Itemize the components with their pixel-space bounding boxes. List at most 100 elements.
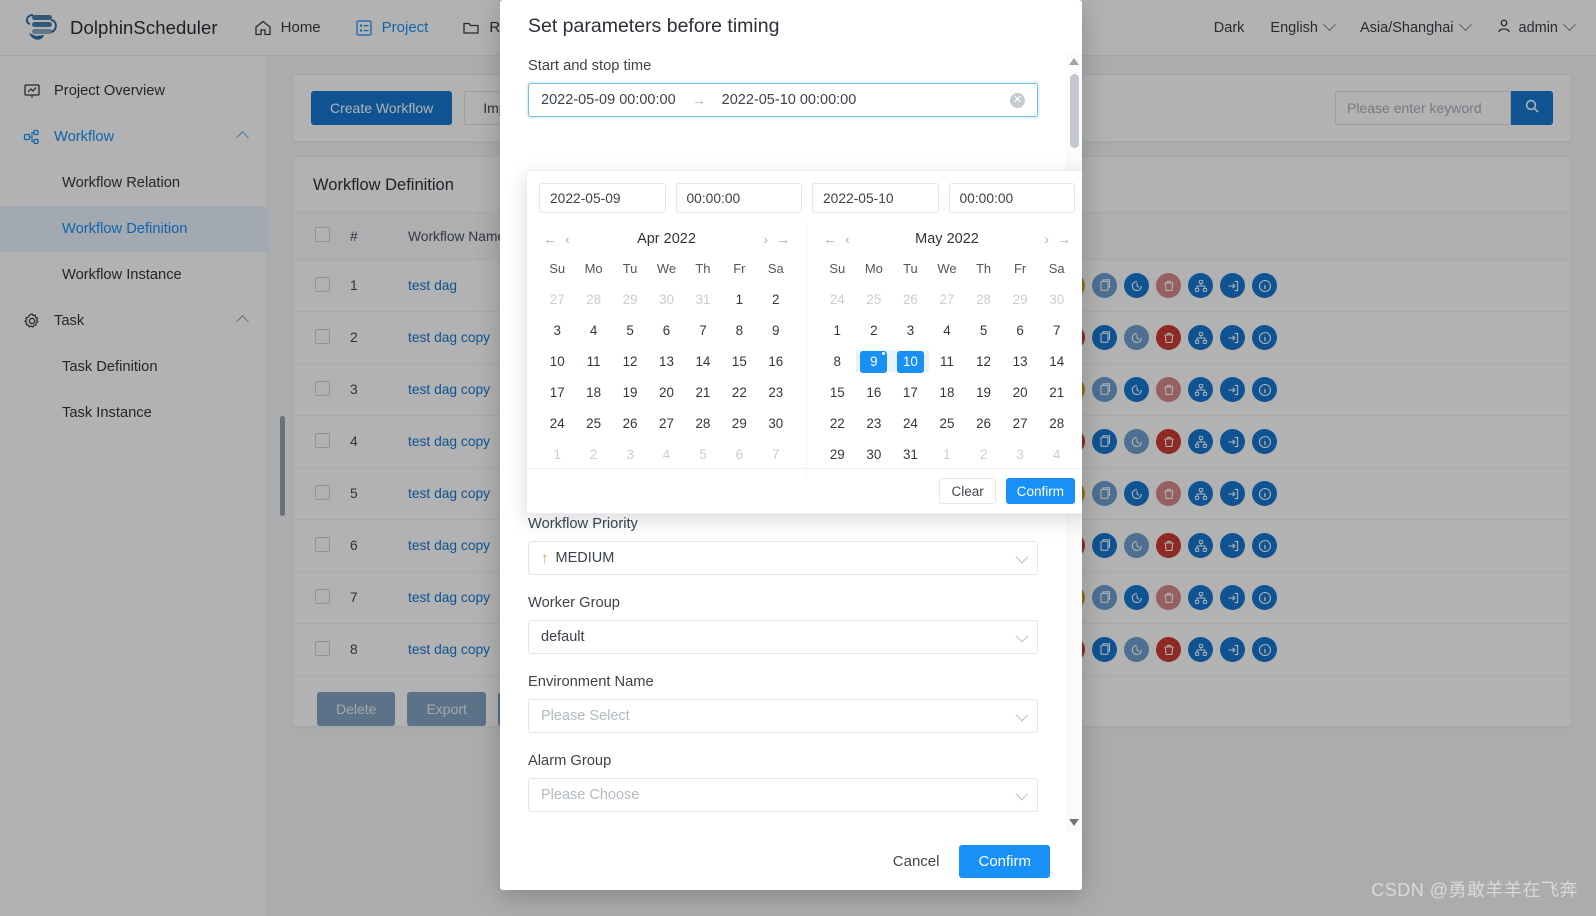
calendar-day[interactable]: 20 <box>653 382 680 404</box>
calendar-day[interactable]: 18 <box>580 382 607 404</box>
calendar-cell[interactable]: 25 <box>856 284 893 315</box>
calendar-cell[interactable]: 22 <box>819 408 856 439</box>
calendar-cell[interactable]: 29 <box>612 284 648 315</box>
double-left-icon[interactable]: ← <box>819 231 841 247</box>
calendar-cell[interactable]: 2 <box>758 284 794 315</box>
calendar-day[interactable]: 3 <box>1007 444 1034 466</box>
calendar-cell[interactable]: 26 <box>892 284 929 315</box>
calendar-cell[interactable]: 1 <box>539 439 575 470</box>
datepicker-start-date-input[interactable]: 2022-05-09 <box>539 183 666 213</box>
calendar-day[interactable]: 5 <box>970 320 997 342</box>
calendar-cell[interactable]: 1 <box>929 439 966 470</box>
dialog-scrollbar-thumb[interactable] <box>1070 74 1079 148</box>
calendar-day[interactable]: 2 <box>580 444 607 466</box>
calendar-cell[interactable]: 29 <box>721 408 757 439</box>
double-right-icon[interactable]: → <box>1053 231 1075 247</box>
datepicker-clear-button[interactable]: Clear <box>939 478 996 504</box>
calendar-day[interactable]: 31 <box>689 289 716 311</box>
calendar-cell[interactable]: 16 <box>758 346 794 377</box>
calendar-cell[interactable]: 11 <box>575 346 611 377</box>
calendar-cell[interactable]: 8 <box>721 315 757 346</box>
calendar-cell[interactable]: 30 <box>1038 284 1075 315</box>
calendar-day[interactable]: 5 <box>617 320 644 342</box>
datepicker-end-time-input[interactable]: 00:00:00 <box>948 183 1075 213</box>
calendar-cell[interactable]: 1 <box>819 315 856 346</box>
calendar-day[interactable]: 25 <box>933 413 960 435</box>
calendar-day[interactable]: 14 <box>689 351 716 373</box>
calendar-cell[interactable]: 17 <box>892 377 929 408</box>
calendar-day[interactable]: 7 <box>689 320 716 342</box>
calendar-cell[interactable]: 24 <box>539 408 575 439</box>
calendar-cell[interactable]: 15 <box>819 377 856 408</box>
calendar-day[interactable]: 6 <box>653 320 680 342</box>
calendar-cell[interactable]: 26 <box>612 408 648 439</box>
calendar-cell[interactable]: 13 <box>648 346 684 377</box>
calendar-day[interactable]: 13 <box>653 351 680 373</box>
calendar-day[interactable]: 25 <box>860 289 887 311</box>
calendar-day[interactable]: 16 <box>762 351 789 373</box>
calendar-day[interactable]: 3 <box>897 320 924 342</box>
calendar-cell[interactable]: 2 <box>965 439 1002 470</box>
calendar-day[interactable]: 12 <box>970 351 997 373</box>
double-left-icon[interactable]: ← <box>539 231 561 247</box>
calendar-cell[interactable]: 29 <box>1002 284 1039 315</box>
calendar-cell[interactable]: 20 <box>648 377 684 408</box>
calendar-day[interactable]: 12 <box>617 351 644 373</box>
calendar-day[interactable]: 28 <box>689 413 716 435</box>
calendar-day[interactable]: 26 <box>617 413 644 435</box>
calendar-day[interactable]: 24 <box>544 413 571 435</box>
calendar-day[interactable]: 18 <box>933 382 960 404</box>
right-icon[interactable]: › <box>759 231 772 247</box>
calendar-cell[interactable]: 9 <box>855 346 893 377</box>
calendar-cell[interactable]: 2 <box>575 439 611 470</box>
calendar-day[interactable]: 6 <box>726 444 753 466</box>
calendar-cell[interactable]: 5 <box>685 439 721 470</box>
scroll-down-icon[interactable] <box>1069 819 1079 826</box>
calendar-cell[interactable]: 6 <box>648 315 684 346</box>
calendar-day[interactable]: 21 <box>1043 382 1070 404</box>
calendar-day[interactable]: 22 <box>726 382 753 404</box>
calendar-cell[interactable]: 7 <box>758 439 794 470</box>
calendar-day[interactable]: 10 <box>544 351 571 373</box>
calendar-day[interactable]: 4 <box>1043 444 1070 466</box>
calendar-cell[interactable]: 14 <box>685 346 721 377</box>
calendar-cell[interactable]: 28 <box>685 408 721 439</box>
calendar-cell[interactable]: 19 <box>612 377 648 408</box>
date-range-input[interactable]: 2022-05-09 00:00:00 → 2022-05-10 00:00:0… <box>528 83 1038 117</box>
calendar-cell[interactable]: 3 <box>539 315 575 346</box>
calendar-cell[interactable]: 20 <box>1002 377 1039 408</box>
calendar-day[interactable]: 27 <box>544 289 571 311</box>
calendar-day[interactable]: 11 <box>580 351 607 373</box>
calendar-cell[interactable]: 31 <box>685 284 721 315</box>
datepicker-confirm-button[interactable]: Confirm <box>1005 478 1075 504</box>
calendar-day[interactable]: 8 <box>726 320 753 342</box>
calendar-day[interactable]: 16 <box>860 382 887 404</box>
calendar-cell[interactable]: 6 <box>1002 315 1039 346</box>
calendar-cell[interactable]: 28 <box>965 284 1002 315</box>
calendar-day[interactable]: 27 <box>933 289 960 311</box>
calendar-day[interactable]: 26 <box>897 289 924 311</box>
calendar-cell[interactable]: 8 <box>819 346 856 377</box>
calendar-cell[interactable]: 5 <box>965 315 1002 346</box>
calendar-cell[interactable]: 18 <box>575 377 611 408</box>
calendar-day[interactable]: 11 <box>933 351 960 373</box>
calendar-cell[interactable]: 3 <box>892 315 929 346</box>
calendar-cell[interactable]: 12 <box>612 346 648 377</box>
calendar-day[interactable]: 6 <box>1007 320 1034 342</box>
calendar-cell[interactable]: 23 <box>758 377 794 408</box>
calendar-day[interactable]: 14 <box>1043 351 1070 373</box>
calendar-day[interactable]: 27 <box>653 413 680 435</box>
calendar-cell[interactable]: 27 <box>929 284 966 315</box>
calendar-day[interactable]: 28 <box>970 289 997 311</box>
calendar-day[interactable]: 1 <box>824 320 851 342</box>
calendar-day[interactable]: 30 <box>1043 289 1070 311</box>
datepicker-end-date-input[interactable]: 2022-05-10 <box>812 183 939 213</box>
environment-name-select[interactable]: Please Select <box>528 699 1038 733</box>
calendar-day[interactable]: 7 <box>1043 320 1070 342</box>
calendar-cell[interactable]: 16 <box>856 377 893 408</box>
confirm-button[interactable]: Confirm <box>959 844 1050 878</box>
calendar-day[interactable]: 2 <box>970 444 997 466</box>
calendar-day[interactable]: 1 <box>933 444 960 466</box>
range-end-value[interactable]: 2022-05-10 00:00:00 <box>722 92 857 108</box>
left-icon[interactable]: ‹ <box>561 231 574 247</box>
